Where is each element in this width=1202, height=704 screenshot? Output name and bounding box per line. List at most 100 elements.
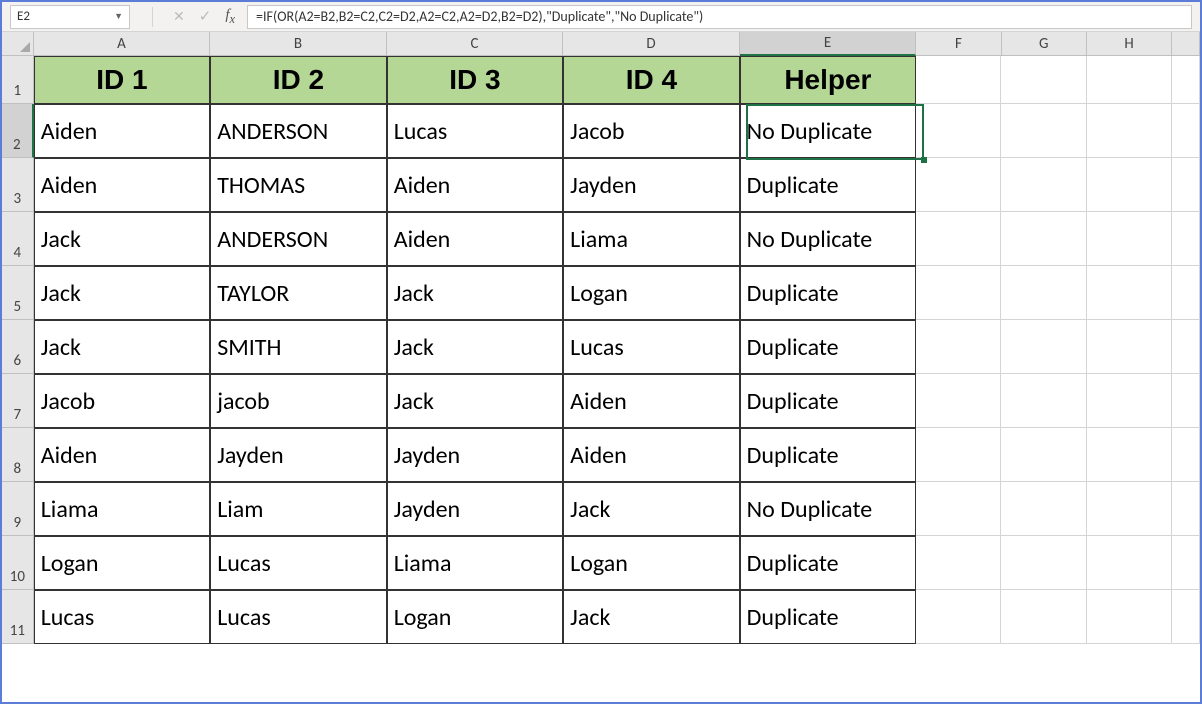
header-cell-D1[interactable]: ID 4 xyxy=(563,56,739,104)
cell-E11[interactable]: Duplicate xyxy=(740,590,916,644)
cell-A10[interactable]: Logan xyxy=(34,536,210,590)
cancel-icon[interactable]: ✕ xyxy=(173,8,185,25)
cell-B9[interactable]: Liam xyxy=(210,482,386,536)
row-header-2[interactable]: 2 xyxy=(2,104,34,158)
cell-D11[interactable]: Jack xyxy=(563,590,739,644)
cell-F8[interactable] xyxy=(916,428,1001,482)
cell-A3[interactable]: Aiden xyxy=(34,158,210,212)
cell-E3[interactable]: Duplicate xyxy=(740,158,916,212)
cell-C5[interactable]: Jack xyxy=(387,266,563,320)
row-header-5[interactable]: 5 xyxy=(2,266,34,320)
cell-C7[interactable]: Jack xyxy=(387,374,563,428)
cell-C9[interactable]: Jayden xyxy=(387,482,563,536)
col-header-A[interactable]: A xyxy=(34,32,211,56)
cell-H2[interactable] xyxy=(1087,104,1172,158)
cell-D5[interactable]: Logan xyxy=(563,266,739,320)
cell-D10[interactable]: Logan xyxy=(563,536,739,590)
col-header-B[interactable]: B xyxy=(210,32,387,56)
cell-F4[interactable] xyxy=(916,212,1001,266)
cell-A9[interactable]: Liama xyxy=(34,482,210,536)
cell-G1[interactable] xyxy=(1001,56,1086,104)
cell-H5[interactable] xyxy=(1087,266,1172,320)
cell-E10[interactable]: Duplicate xyxy=(740,536,916,590)
cell-B6[interactable]: SMITH xyxy=(210,320,386,374)
cell-G6[interactable] xyxy=(1001,320,1086,374)
cell-B7[interactable]: jacob xyxy=(210,374,386,428)
col-header-F[interactable]: F xyxy=(916,32,1001,56)
cell-C11[interactable]: Logan xyxy=(387,590,563,644)
cell-D8[interactable]: Aiden xyxy=(563,428,739,482)
cell-D7[interactable]: Aiden xyxy=(563,374,739,428)
cell-D2[interactable]: Jacob xyxy=(563,104,739,158)
cell-E4[interactable]: No Duplicate xyxy=(740,212,916,266)
cell-C2[interactable]: Lucas xyxy=(387,104,563,158)
cell-B3[interactable]: THOMAS xyxy=(210,158,386,212)
cell-E5[interactable]: Duplicate xyxy=(740,266,916,320)
header-cell-E1[interactable]: Helper xyxy=(740,56,916,104)
cell-H11[interactable] xyxy=(1087,590,1172,644)
cell-A4[interactable]: Jack xyxy=(34,212,210,266)
cell-B10[interactable]: Lucas xyxy=(210,536,386,590)
enter-icon[interactable]: ✓ xyxy=(199,7,212,26)
col-header-G[interactable]: G xyxy=(1002,32,1087,56)
cell-F10[interactable] xyxy=(916,536,1001,590)
name-box-dropdown-icon[interactable]: ▼ xyxy=(114,11,123,22)
cell-C6[interactable]: Jack xyxy=(387,320,563,374)
row-header-1[interactable]: 1 xyxy=(2,56,34,104)
cell-E9[interactable]: No Duplicate xyxy=(740,482,916,536)
cell-D9[interactable]: Jack xyxy=(563,482,739,536)
cell-A11[interactable]: Lucas xyxy=(34,590,210,644)
cell-E2[interactable]: No Duplicate xyxy=(740,104,916,158)
cell-G3[interactable] xyxy=(1001,158,1086,212)
cell-G8[interactable] xyxy=(1001,428,1086,482)
cell-F3[interactable] xyxy=(916,158,1001,212)
row-header-4[interactable]: 4 xyxy=(2,212,34,266)
cell-E8[interactable]: Duplicate xyxy=(740,428,916,482)
cell-H9[interactable] xyxy=(1087,482,1172,536)
cell-G7[interactable] xyxy=(1001,374,1086,428)
cell-C4[interactable]: Aiden xyxy=(387,212,563,266)
row-header-7[interactable]: 7 xyxy=(2,374,34,428)
formula-input[interactable]: =IF(OR(A2=B2,B2=C2,C2=D2,A2=C2,A2=D2,B2=… xyxy=(247,5,1192,29)
cell-F9[interactable] xyxy=(916,482,1001,536)
cell-H4[interactable] xyxy=(1087,212,1172,266)
cell-D3[interactable]: Jayden xyxy=(563,158,739,212)
cell-A6[interactable]: Jack xyxy=(34,320,210,374)
cell-F1[interactable] xyxy=(916,56,1001,104)
cell-D6[interactable]: Lucas xyxy=(563,320,739,374)
name-box[interactable]: E2 ▼ xyxy=(10,5,130,29)
row-header-6[interactable]: 6 xyxy=(2,320,34,374)
cell-H1[interactable] xyxy=(1087,56,1172,104)
cell-E7[interactable]: Duplicate xyxy=(740,374,916,428)
cell-F11[interactable] xyxy=(916,590,1001,644)
cell-G9[interactable] xyxy=(1001,482,1086,536)
cell-H6[interactable] xyxy=(1087,320,1172,374)
cell-F7[interactable] xyxy=(916,374,1001,428)
cell-B5[interactable]: TAYLOR xyxy=(210,266,386,320)
row-header-3[interactable]: 3 xyxy=(2,158,34,212)
cell-G4[interactable] xyxy=(1001,212,1086,266)
cell-A8[interactable]: Aiden xyxy=(34,428,210,482)
header-cell-B1[interactable]: ID 2 xyxy=(210,56,386,104)
cell-C8[interactable]: Jayden xyxy=(387,428,563,482)
cell-H10[interactable] xyxy=(1087,536,1172,590)
col-header-H[interactable]: H xyxy=(1087,32,1172,56)
cell-B2[interactable]: ANDERSON xyxy=(210,104,386,158)
cell-B11[interactable]: Lucas xyxy=(210,590,386,644)
row-header-11[interactable]: 11 xyxy=(2,590,34,644)
cell-F6[interactable] xyxy=(916,320,1001,374)
cell-H3[interactable] xyxy=(1087,158,1172,212)
cell-C10[interactable]: Liama xyxy=(387,536,563,590)
cell-C3[interactable]: Aiden xyxy=(387,158,563,212)
cell-G5[interactable] xyxy=(1001,266,1086,320)
cell-F2[interactable] xyxy=(916,104,1001,158)
cell-A2[interactable]: Aiden xyxy=(34,104,210,158)
fx-icon[interactable]: fx xyxy=(225,7,235,27)
cell-A5[interactable]: Jack xyxy=(34,266,210,320)
cell-B8[interactable]: Jayden xyxy=(210,428,386,482)
col-header-E[interactable]: E xyxy=(740,32,917,56)
row-header-9[interactable]: 9 xyxy=(2,482,34,536)
cell-G10[interactable] xyxy=(1001,536,1086,590)
col-header-C[interactable]: C xyxy=(387,32,564,56)
header-cell-A1[interactable]: ID 1 xyxy=(34,56,210,104)
